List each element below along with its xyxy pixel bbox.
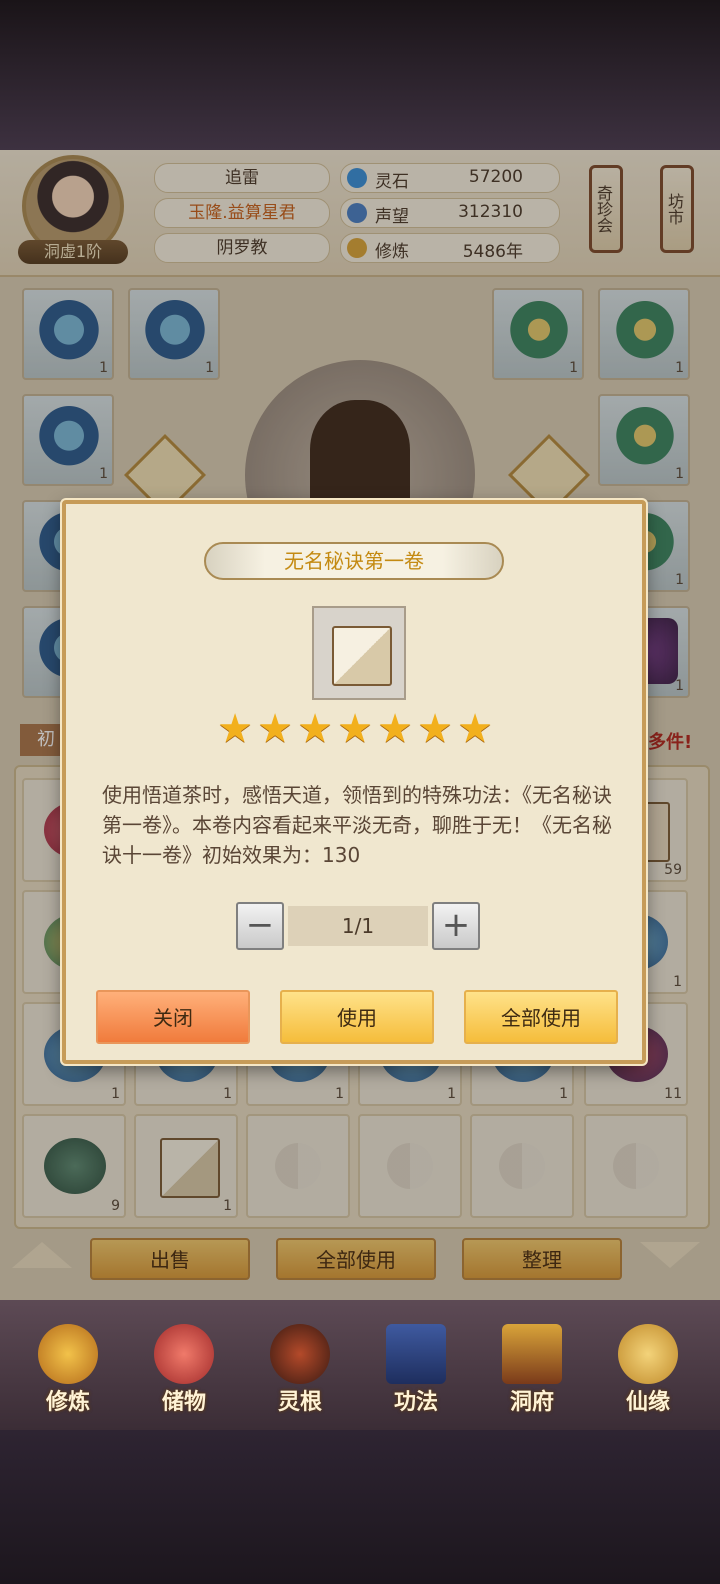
equip-slot[interactable]: 1 (22, 288, 114, 380)
sort-button[interactable]: 整理 (462, 1238, 622, 1280)
quantity-minus-button[interactable]: − (236, 902, 284, 950)
cave-house-icon (502, 1324, 562, 1384)
storage-bag-icon (154, 1324, 214, 1384)
star-icon: ★ (377, 706, 413, 752)
nav-item-cultivate[interactable]: 修炼 (18, 1318, 118, 1418)
stat-spirit-stone: 灵石 57200 (340, 163, 560, 193)
quantity-field[interactable]: 1/1 (288, 906, 428, 946)
technique-book-icon (386, 1324, 446, 1384)
spirit-root-icon (270, 1324, 330, 1384)
bag-slot-empty[interactable] (358, 1114, 462, 1218)
nav-item-fate[interactable]: 仙缘 (598, 1318, 698, 1418)
player-sect: 阴罗教 (154, 233, 330, 263)
equip-slot[interactable]: 1 (128, 288, 220, 380)
star-icon: ★ (417, 706, 453, 752)
nav-item-cave[interactable]: 洞府 (482, 1318, 582, 1418)
star-icon: ★ (257, 706, 293, 752)
quantity-plus-button[interactable]: + (432, 902, 480, 950)
market-button[interactable]: 坊市 (660, 165, 694, 253)
equip-slot[interactable]: 1 (598, 394, 690, 486)
nav-item-technique[interactable]: 功法 (366, 1318, 466, 1418)
reputation-icon (347, 203, 367, 223)
jade-stone-icon (44, 1138, 106, 1194)
equip-slot[interactable]: 1 (492, 288, 584, 380)
bag-slot-empty[interactable] (584, 1114, 688, 1218)
yin-yang-icon (387, 1143, 433, 1189)
star-icon: ★ (297, 706, 333, 752)
yin-yang-icon (499, 1143, 545, 1189)
equip-slot[interactable]: 1 (598, 288, 690, 380)
use-all-button[interactable]: 全部使用 (276, 1238, 436, 1280)
banner-right: 多件! (648, 732, 693, 753)
book-icon (332, 626, 392, 686)
player-name: 追雷 (154, 163, 330, 193)
use-all-modal-button[interactable]: 全部使用 (464, 990, 618, 1044)
use-button[interactable]: 使用 (280, 990, 434, 1044)
yin-yang-icon (613, 1143, 659, 1189)
robe-icon (36, 300, 102, 366)
nav-item-spirit-root[interactable]: 灵根 (250, 1318, 350, 1418)
item-detail-modal: 无名秘诀第一卷 ★ ★ ★ ★ ★ ★ ★ 使用悟道茶时，感悟天道，领悟到的特殊… (62, 500, 646, 1064)
top-letterbox (0, 0, 720, 150)
bag-slot-empty[interactable] (470, 1114, 574, 1218)
book-icon (160, 1138, 220, 1198)
sell-button[interactable]: 出售 (90, 1238, 250, 1280)
fate-gourd-icon (618, 1324, 678, 1384)
armor-icon (612, 406, 678, 472)
robe-icon (142, 300, 208, 366)
item-description: 使用悟道茶时，感悟天道，领悟到的特殊功法：《无名秘诀第一卷》。本卷内容看起来平淡… (102, 783, 612, 867)
star-rating: ★ ★ ★ ★ ★ ★ ★ (216, 706, 498, 752)
scroll-up-arrow-icon[interactable] (12, 1242, 72, 1268)
cultivate-icon (38, 1324, 98, 1384)
stat-cultivation: 修炼 5486年 (340, 233, 560, 263)
scroll-down-arrow-icon[interactable] (640, 1242, 700, 1268)
star-icon: ★ (337, 706, 373, 752)
bag-slot-empty[interactable] (246, 1114, 350, 1218)
robe-icon (36, 406, 102, 472)
item-icon-frame (312, 606, 406, 700)
equip-slot[interactable]: 1 (22, 394, 114, 486)
star-icon: ★ (457, 706, 493, 752)
rank-badge: 洞虚1阶 (18, 240, 128, 264)
stat-reputation: 声望 312310 (340, 198, 560, 228)
armor-icon (506, 300, 572, 366)
bag-slot[interactable]: 9 (22, 1114, 126, 1218)
modal-title: 无名秘诀第一卷 (284, 549, 424, 573)
bottom-letterbox (0, 1430, 720, 1584)
close-button[interactable]: 关闭 (96, 990, 250, 1044)
treasure-auction-button[interactable]: 奇珍会 (589, 165, 623, 253)
spirit-stone-icon (347, 168, 367, 188)
nav-item-storage[interactable]: 储物 (134, 1318, 234, 1418)
star-icon: ★ (217, 706, 253, 752)
player-title: 玉隆.益算星君 (154, 198, 330, 228)
armor-icon (612, 300, 678, 366)
yin-yang-icon (275, 1143, 321, 1189)
cultivation-icon (347, 238, 367, 258)
bag-slot[interactable]: 1 (134, 1114, 238, 1218)
character-silhouette (310, 400, 410, 510)
